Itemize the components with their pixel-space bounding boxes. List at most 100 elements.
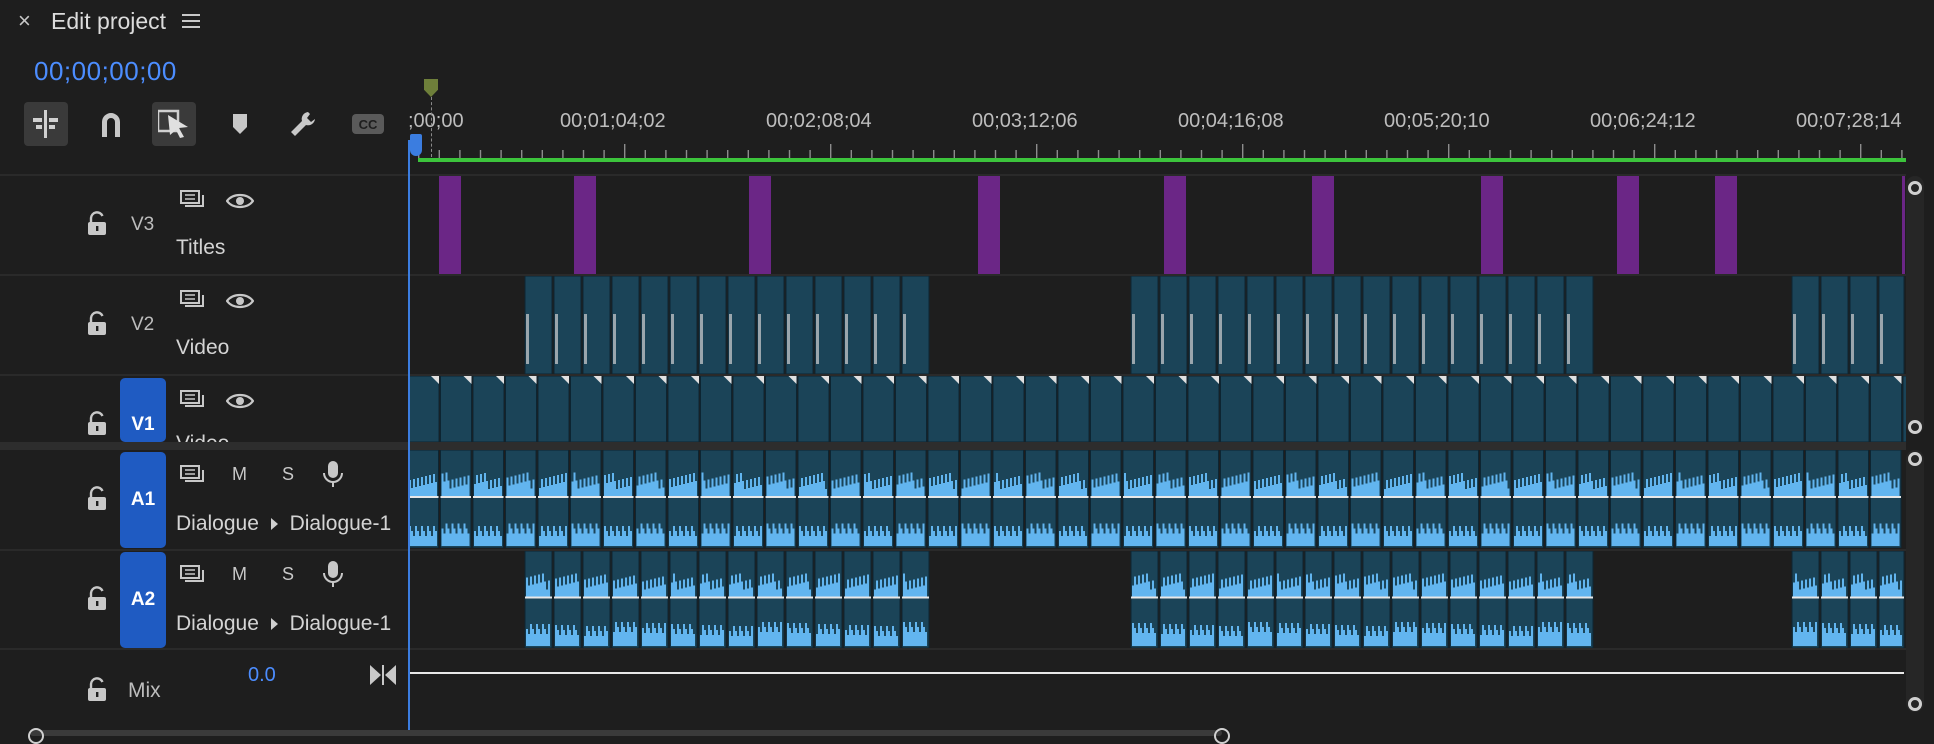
disclosure-triangle-icon[interactable] <box>270 618 278 630</box>
video-clip <box>1849 276 1878 374</box>
disclosure-triangle-icon[interactable] <box>270 518 278 530</box>
video-clip <box>1565 276 1594 374</box>
ruler-tick <box>850 150 852 158</box>
video-clip <box>1187 376 1220 442</box>
track-subname: Dialogue-1 <box>289 612 392 635</box>
ruler-tick <box>644 150 646 158</box>
playhead-timecode[interactable]: 00;00;00;00 <box>34 56 177 87</box>
horizontal-scrollbar[interactable] <box>30 730 1222 736</box>
ruler-tick <box>809 150 811 158</box>
track-label-v2[interactable]: V2 <box>131 314 154 336</box>
ruler-tick <box>1386 150 1388 158</box>
track-name-titles[interactable]: Titles <box>176 236 225 260</box>
video-clip <box>1317 376 1350 442</box>
mute-button[interactable]: M <box>232 464 247 485</box>
closed-captions-icon[interactable]: CC <box>346 102 390 146</box>
linked-selection-icon[interactable] <box>152 102 196 146</box>
track-v3-clips[interactable] <box>408 176 1906 274</box>
snap-magnet-icon[interactable] <box>89 102 133 146</box>
lock-icon[interactable] <box>86 411 108 435</box>
mix-volume-value[interactable]: 0.0 <box>248 664 276 687</box>
scroll-knob[interactable] <box>1908 452 1922 466</box>
microphone-icon[interactable] <box>322 461 344 487</box>
track-a1-clips[interactable] <box>408 450 1906 548</box>
eye-icon[interactable] <box>226 192 254 210</box>
volume-line <box>1740 496 1771 498</box>
track-v1-clips[interactable] <box>408 376 1906 442</box>
volume-line <box>554 596 581 599</box>
track-source-a2[interactable]: Dialogue Dialogue-1 <box>176 612 391 636</box>
work-area-bar[interactable] <box>418 158 1906 162</box>
timeline-marker-icon[interactable] <box>424 79 438 97</box>
sync-lock-icon[interactable] <box>180 190 204 210</box>
sync-lock-icon[interactable] <box>180 390 204 410</box>
go-to-keyframe-icon[interactable] <box>370 665 396 685</box>
solo-button[interactable]: S <box>282 564 294 585</box>
volume-line <box>757 596 784 599</box>
lock-icon[interactable] <box>86 486 108 510</box>
microphone-icon[interactable] <box>322 561 344 587</box>
video-clip <box>700 376 732 442</box>
video-clip <box>635 376 667 442</box>
video-clip <box>570 376 602 442</box>
video-clip <box>1246 276 1275 374</box>
ruler-tick <box>624 144 626 158</box>
video-clip <box>1675 376 1707 442</box>
solo-button[interactable]: S <box>282 464 294 485</box>
track-label-v3[interactable]: V3 <box>131 214 154 236</box>
volume-line <box>505 496 536 498</box>
wrench-icon[interactable] <box>281 102 325 146</box>
eye-icon[interactable] <box>226 392 254 410</box>
ruler-tick <box>953 150 955 158</box>
sync-lock-icon[interactable] <box>180 565 204 585</box>
mix-volume-line[interactable] <box>408 672 1904 674</box>
track-name-video-v1[interactable]: Video <box>176 432 229 442</box>
volume-line <box>1566 596 1593 599</box>
video-clip <box>814 276 843 374</box>
sync-lock-icon[interactable] <box>180 465 204 485</box>
track-a2-clips[interactable] <box>408 551 1906 648</box>
mute-button[interactable]: M <box>232 564 247 585</box>
lock-icon[interactable] <box>86 211 108 235</box>
scroll-knob[interactable] <box>1908 181 1922 195</box>
volume-line <box>1160 596 1187 599</box>
add-marker-icon[interactable] <box>218 102 262 146</box>
track-name-video[interactable]: Video <box>176 336 229 360</box>
volume-line <box>728 596 755 599</box>
scroll-knob[interactable] <box>1214 728 1230 744</box>
track-target-a2[interactable]: A2 <box>120 552 166 648</box>
track-target-a1[interactable]: A1 <box>120 452 166 548</box>
sync-lock-icon[interactable] <box>180 290 204 310</box>
video-audio-divider[interactable] <box>0 442 1906 450</box>
title-clip <box>439 176 461 274</box>
volume-line <box>928 496 959 498</box>
playhead-handle[interactable] <box>410 134 422 156</box>
video-clip <box>440 376 472 442</box>
video-vertical-scrollbar[interactable] <box>1906 176 1924 434</box>
video-clip <box>582 276 611 374</box>
ruler-tick <box>1139 150 1141 158</box>
lock-icon[interactable] <box>86 586 108 610</box>
scroll-knob[interactable] <box>28 728 44 744</box>
track-v2-clips[interactable] <box>408 276 1906 374</box>
ruler-tick <box>871 150 873 158</box>
ruler-label: ;00;00 <box>408 110 464 132</box>
video-clip <box>960 376 992 442</box>
scroll-knob[interactable] <box>1908 697 1922 711</box>
volume-line <box>1479 596 1506 599</box>
close-panel-button[interactable]: × <box>18 10 31 32</box>
hamburger-icon[interactable] <box>182 14 200 28</box>
lock-icon[interactable] <box>86 677 108 701</box>
clip-edge <box>1190 314 1193 364</box>
insert-overwrite-icon[interactable] <box>24 102 68 146</box>
volume-line <box>1218 596 1245 599</box>
eye-icon[interactable] <box>226 292 254 310</box>
track-source-a1[interactable]: Dialogue Dialogue-1 <box>176 512 391 536</box>
track-target-v1[interactable]: V1 <box>120 378 166 442</box>
ruler-tick <box>1551 150 1553 158</box>
scroll-knob[interactable] <box>1908 420 1922 434</box>
clip-edge <box>1851 314 1854 364</box>
lock-icon[interactable] <box>86 311 108 335</box>
playhead-line[interactable] <box>408 140 410 732</box>
audio-vertical-scrollbar[interactable] <box>1906 450 1924 712</box>
